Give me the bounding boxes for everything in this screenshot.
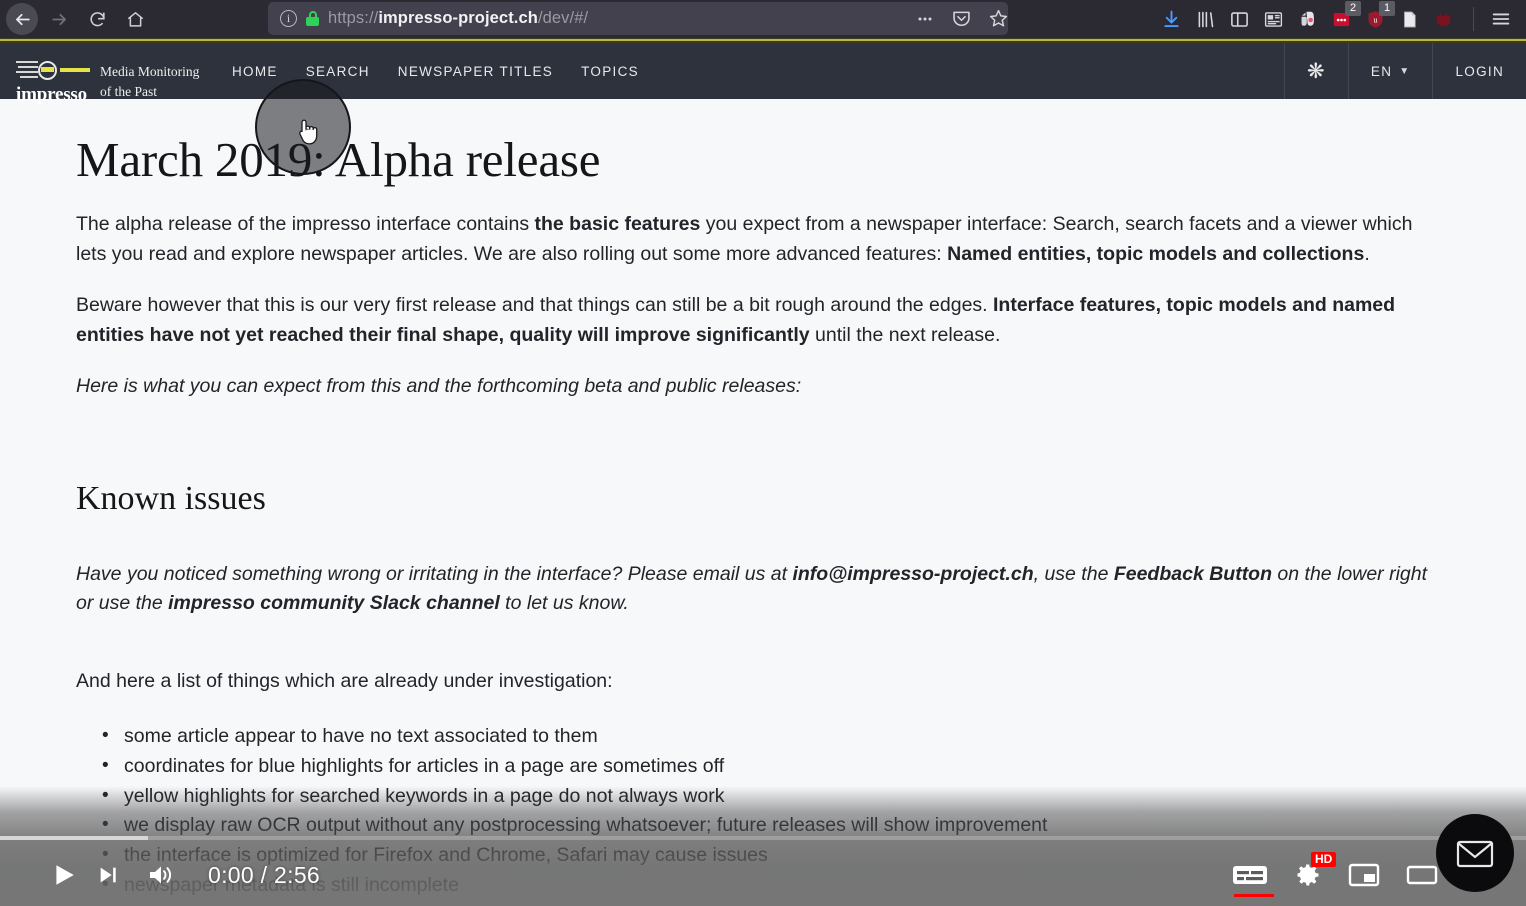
video-settings-button[interactable]: HD <box>1294 852 1337 889</box>
p2-a: Beware however that this is our very fir… <box>76 294 994 316</box>
chevron-down-icon: ▼ <box>1399 65 1411 77</box>
paragraph-beware: Beware however that this is our very fir… <box>76 291 1431 350</box>
document-extension-icon[interactable] <box>1399 9 1420 30</box>
list-item: coordinates for blue highlights for arti… <box>102 751 1450 782</box>
paragraph-expectations: Here is what you can expect from this an… <box>76 375 802 397</box>
list-item: yellow highlights for searched keywords … <box>102 781 1450 812</box>
shield-extension-icon[interactable]: u 1 <box>1365 0 1395 30</box>
extension-badge-count: 2 <box>1345 0 1361 16</box>
login-button[interactable]: LOGIN <box>1432 43 1526 99</box>
dark-crown-extension-icon[interactable] <box>1433 9 1454 30</box>
extension-badge-count-2: 1 <box>1379 0 1395 16</box>
miniplayer-icon <box>1348 863 1380 887</box>
pocket-icon[interactable] <box>951 8 972 29</box>
reload-icon <box>89 11 105 26</box>
subtitles-icon <box>1233 866 1267 884</box>
nav-item-search[interactable]: SEARCH <box>292 64 384 79</box>
next-video-button[interactable] <box>86 853 130 897</box>
site-navbar: impresso Media Monitoring of the Past HO… <box>0 43 1526 105</box>
bookmark-star-icon[interactable] <box>988 8 1009 29</box>
section-title-known-issues: Known issues <box>76 479 266 517</box>
browser-nav-buttons <box>0 3 152 35</box>
url-text: https://impresso-project.ch/dev/#/ <box>328 9 588 28</box>
volume-button[interactable] <box>138 853 186 897</box>
feedback-button-mention: Feedback Button <box>1113 562 1273 585</box>
secondary-nav: ❋ EN ▼ LOGIN <box>1284 43 1526 99</box>
p4-a: Have you noticed something wrong or irri… <box>76 562 793 585</box>
home-button[interactable] <box>118 4 152 34</box>
play-button[interactable] <box>42 853 86 897</box>
p1-a: The alpha release of the impresso interf… <box>76 213 535 235</box>
evernote-icon[interactable] <box>1297 9 1318 30</box>
url-scheme: https:// <box>328 9 379 27</box>
envelope-icon <box>1456 840 1494 868</box>
play-icon <box>56 865 74 885</box>
paragraph-list-intro: And here a list of things which are alre… <box>76 669 613 692</box>
list-item: some article appear to have no text asso… <box>102 721 1450 752</box>
video-controls-left: 0:00 / 2:56 <box>0 853 320 897</box>
volume-icon <box>150 866 172 884</box>
theater-mode-icon <box>1406 865 1438 885</box>
reader-extension-icon[interactable] <box>1263 9 1284 30</box>
gear-icon: ❋ <box>1307 59 1326 83</box>
web-page-viewport: impresso Media Monitoring of the Past HO… <box>0 38 1526 906</box>
contact-email[interactable]: info@impresso-project.ch <box>792 563 1033 585</box>
feedback-button[interactable] <box>1436 814 1514 892</box>
forward-button[interactable] <box>42 4 76 34</box>
forward-arrow-icon <box>51 13 66 25</box>
home-icon <box>127 11 143 27</box>
captions-active-underline <box>1234 894 1274 897</box>
back-arrow-icon <box>15 13 30 25</box>
site-information-icon[interactable]: i <box>280 10 297 27</box>
library-icon[interactable] <box>1195 9 1216 30</box>
nav-item-topics[interactable]: TOPICS <box>567 64 653 79</box>
logo-tagline-2: of the Past <box>100 84 157 99</box>
paragraph-intro: The alpha release of the impresso interf… <box>76 210 1431 269</box>
urlbar-action-icons <box>903 2 1021 35</box>
p2-c: until the next release. <box>809 323 1001 346</box>
svg-text:u: u <box>1374 15 1378 24</box>
browser-toolbar: i https://impresso-project.ch/dev/#/ 2 u… <box>0 0 1526 38</box>
url-host: impresso-project.ch <box>378 9 538 27</box>
sidebar-icon[interactable] <box>1229 9 1250 30</box>
settings-button[interactable]: ❋ <box>1284 43 1348 99</box>
language-label: EN <box>1370 63 1393 79</box>
video-buffered-bar <box>0 836 148 840</box>
magnifier-logo-icon <box>16 56 94 86</box>
hand-cursor-pointer <box>299 119 318 145</box>
article-content: March 2019: Alpha release The alpha rele… <box>0 99 1526 906</box>
captions-button[interactable] <box>1232 862 1274 897</box>
lock-icon <box>306 11 319 26</box>
reload-button[interactable] <box>80 4 114 34</box>
url-path: /dev/#/ <box>537 9 589 27</box>
theater-mode-button[interactable] <box>1406 862 1438 888</box>
address-bar[interactable]: i https://impresso-project.ch/dev/#/ <box>268 2 1008 35</box>
primary-nav: HOME SEARCH NEWSPAPER TITLES TOPICS <box>218 64 653 79</box>
next-video-icon <box>100 867 116 883</box>
video-progress-bar[interactable] <box>0 836 1526 840</box>
p1-bold-named-entities: Named entities, topic models and collect… <box>947 242 1365 265</box>
paragraph-feedback: Have you noticed something wrong or irri… <box>76 560 1431 619</box>
app-menu-icon[interactable] <box>1473 7 1512 31</box>
p1-d: . <box>1364 242 1370 265</box>
logo-tagline-1: Media Monitoring <box>100 64 200 79</box>
language-selector[interactable]: EN ▼ <box>1347 43 1433 99</box>
p4-e: to let us know. <box>499 592 629 614</box>
p1-bold-basic-features: the basic features <box>534 213 701 235</box>
nav-item-newspaper-titles[interactable]: NEWSPAPER TITLES <box>384 64 567 79</box>
page-title: March 2019: Alpha release <box>76 132 601 187</box>
impresso-logo[interactable]: impresso Media Monitoring of the Past <box>0 56 200 105</box>
page-actions-ellipsis-icon[interactable] <box>915 9 935 29</box>
nav-item-home[interactable]: HOME <box>218 64 292 79</box>
p4-c: , use the <box>1033 562 1114 585</box>
video-time-display: 0:00 / 2:56 <box>208 861 320 888</box>
video-player-controls: 0:00 / 2:56 HD <box>0 844 1526 906</box>
slack-channel-link[interactable]: impresso community Slack channel <box>168 592 500 614</box>
hd-quality-badge: HD <box>1311 852 1337 867</box>
browser-extension-toolbar: 2 u 1 <box>1161 0 1512 38</box>
red-dots-extension-icon[interactable]: 2 <box>1331 0 1361 30</box>
back-button[interactable] <box>6 3 38 35</box>
miniplayer-button[interactable] <box>1348 862 1380 888</box>
downloads-icon[interactable] <box>1161 9 1182 30</box>
